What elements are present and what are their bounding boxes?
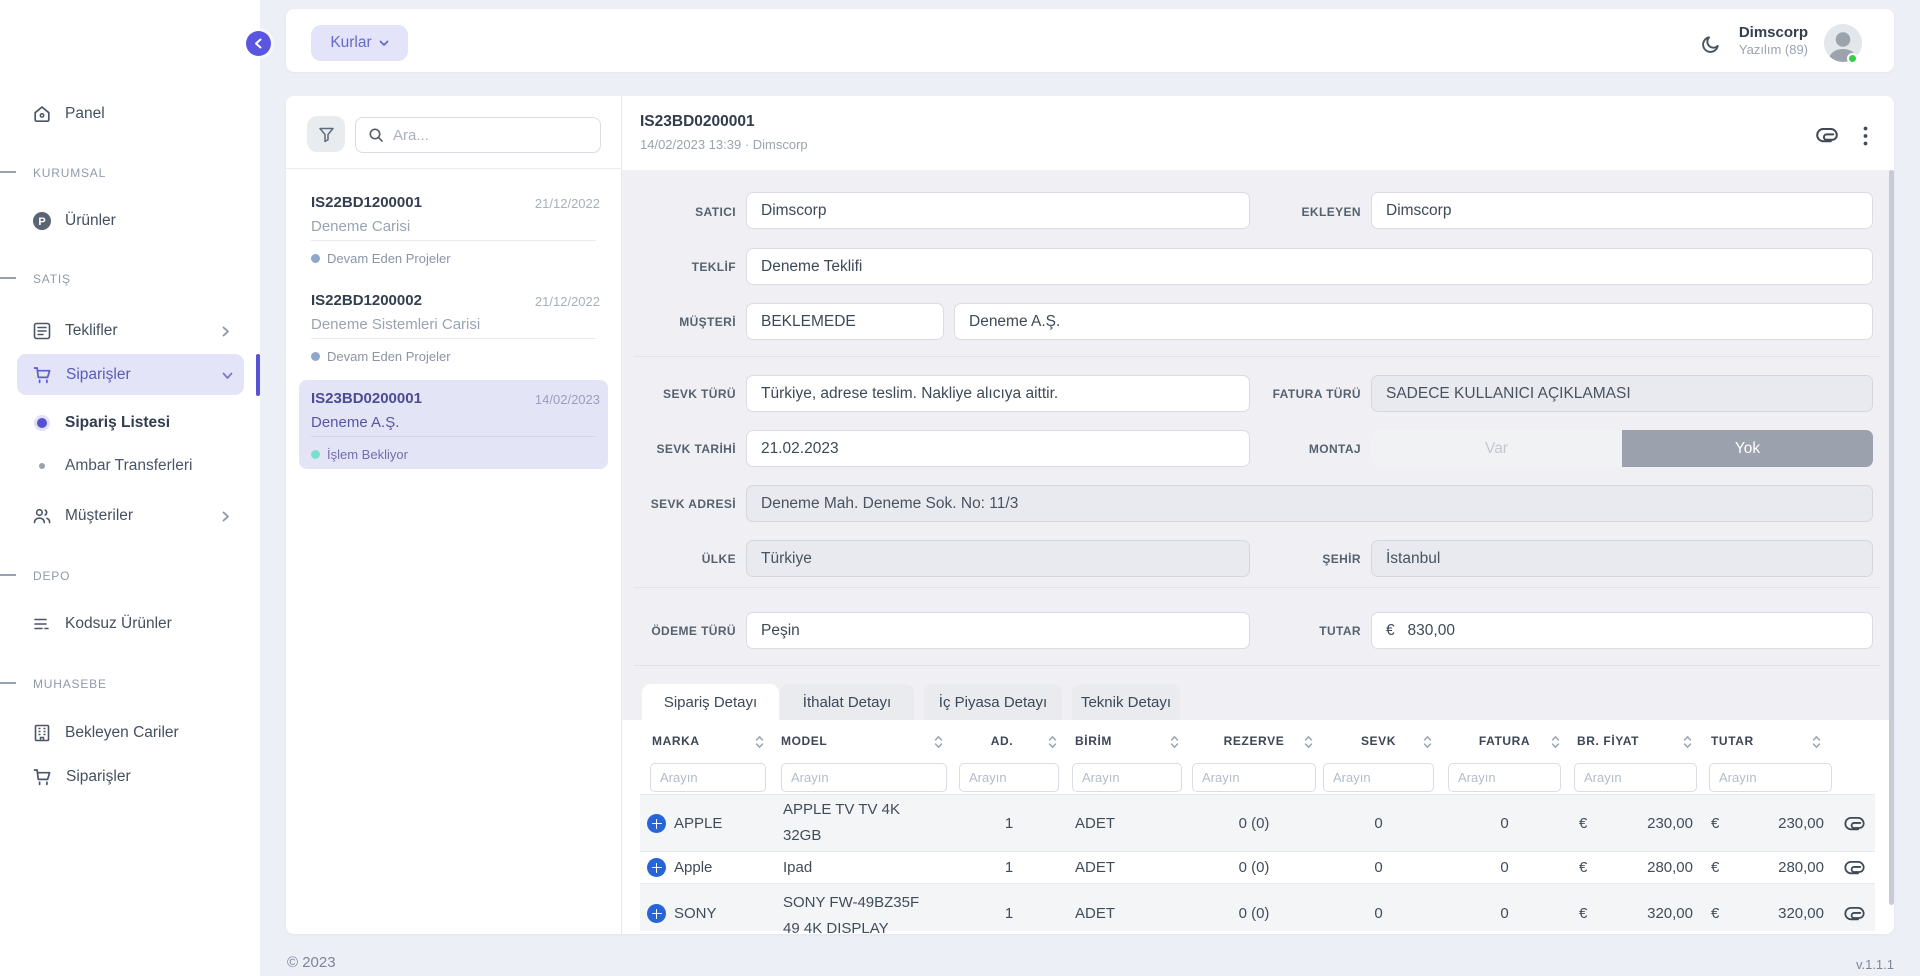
svg-text:P: P [38,216,45,228]
